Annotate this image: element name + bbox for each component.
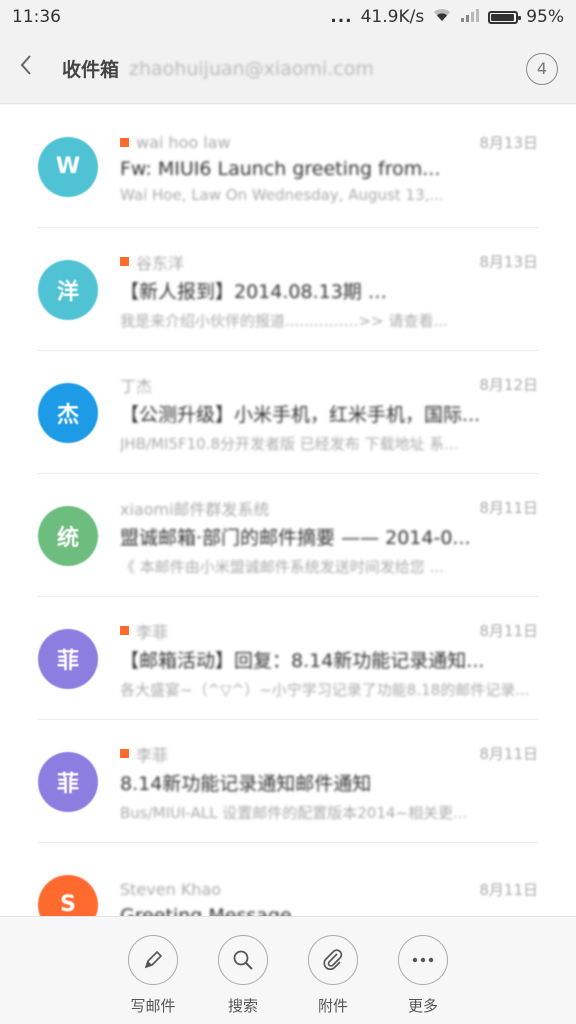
email-preview: 《 本邮件由小米盟诚邮件系统发送时间发给您 ... bbox=[120, 557, 444, 576]
email-date: 8月13日 bbox=[479, 134, 538, 152]
page-title: 收件箱 bbox=[62, 59, 120, 81]
status-time: 11:36 bbox=[12, 7, 61, 27]
search-button[interactable]: 搜索 bbox=[217, 935, 269, 1024]
battery-percent: 95% bbox=[526, 7, 564, 27]
email-sender: 李菲 bbox=[136, 745, 169, 765]
unread-flag-icon bbox=[120, 138, 129, 147]
email-date: 8月12日 bbox=[479, 376, 538, 394]
attachments-button[interactable]: 附件 bbox=[307, 935, 359, 1024]
email-list: W wai hoo law 8月13日 Fw: MIUI6 Launch gre… bbox=[0, 105, 576, 916]
inbox-header: 收件箱 zhaohuijuan@xiaomi.com 4 bbox=[0, 34, 576, 104]
email-sender: xiaomi邮件群发系统 bbox=[120, 499, 270, 519]
email-row[interactable]: S Steven Khao 8月11日 Greeting Message bbox=[0, 843, 576, 916]
wifi-icon bbox=[432, 7, 452, 28]
email-date: 8月11日 bbox=[479, 881, 538, 899]
sender-avatar: W bbox=[38, 136, 98, 197]
email-row[interactable]: 菲 李菲 8月11日 8.14新功能记录通知邮件通知 Bus/MIUI-ALL … bbox=[0, 720, 576, 843]
email-subject: Greeting Message bbox=[120, 904, 292, 917]
email-subject: 【邮箱活动】回复：8.14新功能记录通知... bbox=[120, 649, 485, 672]
sender-avatar: 洋 bbox=[38, 259, 98, 320]
status-bar: 11:36 ... 41.9K/s 95% bbox=[0, 0, 576, 34]
search-icon[interactable] bbox=[218, 935, 268, 985]
sender-avatar: 菲 bbox=[38, 751, 98, 812]
pencil-icon[interactable] bbox=[128, 935, 178, 985]
email-date: 8月13日 bbox=[479, 253, 538, 271]
unread-flag-icon bbox=[120, 749, 129, 758]
email-row[interactable]: W wai hoo law 8月13日 Fw: MIUI6 Launch gre… bbox=[0, 105, 576, 228]
signal-icon bbox=[460, 7, 480, 28]
action-label: 写邮件 bbox=[130, 997, 176, 1015]
back-button[interactable] bbox=[18, 53, 46, 84]
email-preview: 我是来介绍小伙伴的报道......………>> 请查看... bbox=[120, 311, 448, 330]
more-button[interactable]: 更多 bbox=[397, 935, 449, 1024]
action-label: 附件 bbox=[317, 997, 348, 1015]
net-speed: 41.9K/s bbox=[360, 7, 425, 27]
sender-avatar: 菲 bbox=[38, 628, 98, 689]
email-date: 8月11日 bbox=[479, 745, 538, 763]
email-preview: JHB/MI5F10.8分开发者版 已经发布 下载地址 系... bbox=[120, 434, 459, 453]
bottom-toolbar: 写邮件 搜索 附件 更多 bbox=[0, 916, 576, 1024]
email-subject: 【公测升级】小米手机，红米手机，国际... bbox=[120, 403, 481, 426]
email-subject: 【新人报到】2014.08.13期 … bbox=[120, 280, 387, 303]
email-row[interactable]: 洋 谷东洋 8月13日 【新人报到】2014.08.13期 … 我是来介绍小伙伴… bbox=[0, 228, 576, 351]
more-icon[interactable] bbox=[398, 935, 448, 985]
email-preview: Bus/MIUI-ALL 设置邮件的配置版本2014~相关更... bbox=[120, 803, 468, 822]
email-row[interactable]: 杰 丁杰 8月12日 【公测升级】小米手机，红米手机，国际... JHB/MI5… bbox=[0, 351, 576, 474]
email-sender: 丁杰 bbox=[120, 376, 153, 396]
compose-button[interactable]: 写邮件 bbox=[127, 935, 179, 1024]
battery-icon bbox=[488, 10, 522, 24]
email-row[interactable]: 菲 李菲 8月11日 【邮箱活动】回复：8.14新功能记录通知... 各大盛宴~… bbox=[0, 597, 576, 720]
email-sender: Steven Khao bbox=[120, 880, 222, 899]
email-date: 8月11日 bbox=[479, 622, 538, 640]
action-label: 搜索 bbox=[227, 997, 258, 1015]
paperclip-icon[interactable] bbox=[308, 935, 358, 985]
email-subject: 8.14新功能记录通知邮件通知 bbox=[120, 772, 372, 795]
sender-avatar: S bbox=[38, 874, 98, 916]
sender-avatar: 杰 bbox=[38, 382, 98, 443]
email-date: 8月11日 bbox=[479, 499, 538, 517]
action-label: 更多 bbox=[407, 997, 438, 1015]
email-subject: Fw: MIUI6 Launch greeting from... bbox=[120, 157, 441, 180]
email-preview: Wai Hoe, Law On Wednesday, August 13,... bbox=[120, 185, 444, 204]
email-sender: wai hoo law bbox=[136, 133, 231, 152]
email-subject: 盟诚邮箱·部门的邮件摘要 —— 2014-0... bbox=[120, 526, 471, 549]
email-sender: 谷东洋 bbox=[136, 253, 185, 273]
email-preview: 各大盛宴~（^▽^）~小宁学习记录了功能8.18的邮件记录... bbox=[120, 680, 530, 699]
account-email: zhaohuijuan@xiaomi.com bbox=[129, 57, 374, 80]
notification-dots: ... bbox=[330, 7, 353, 27]
unread-count-badge[interactable]: 4 bbox=[526, 52, 558, 85]
email-sender: 李菲 bbox=[136, 622, 169, 642]
sender-avatar: 统 bbox=[38, 505, 98, 566]
unread-flag-icon bbox=[120, 257, 129, 266]
unread-flag-icon bbox=[120, 626, 129, 635]
email-row[interactable]: 统 xiaomi邮件群发系统 8月11日 盟诚邮箱·部门的邮件摘要 —— 201… bbox=[0, 474, 576, 597]
